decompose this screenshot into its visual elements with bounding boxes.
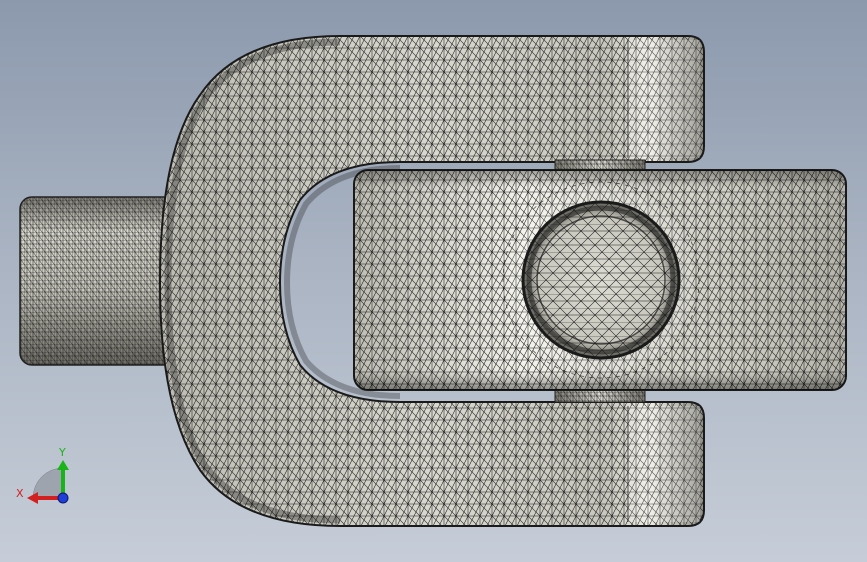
z-axis-dot [57, 492, 69, 504]
graphics-viewport[interactable]: Y X [0, 0, 867, 562]
orientation-triad[interactable]: Y X [16, 446, 69, 504]
y-axis-label: Y [58, 446, 66, 459]
x-axis-label: X [16, 487, 24, 500]
shaft-hub[interactable] [19, 196, 181, 366]
model-canvas[interactable]: Y X [0, 0, 867, 562]
